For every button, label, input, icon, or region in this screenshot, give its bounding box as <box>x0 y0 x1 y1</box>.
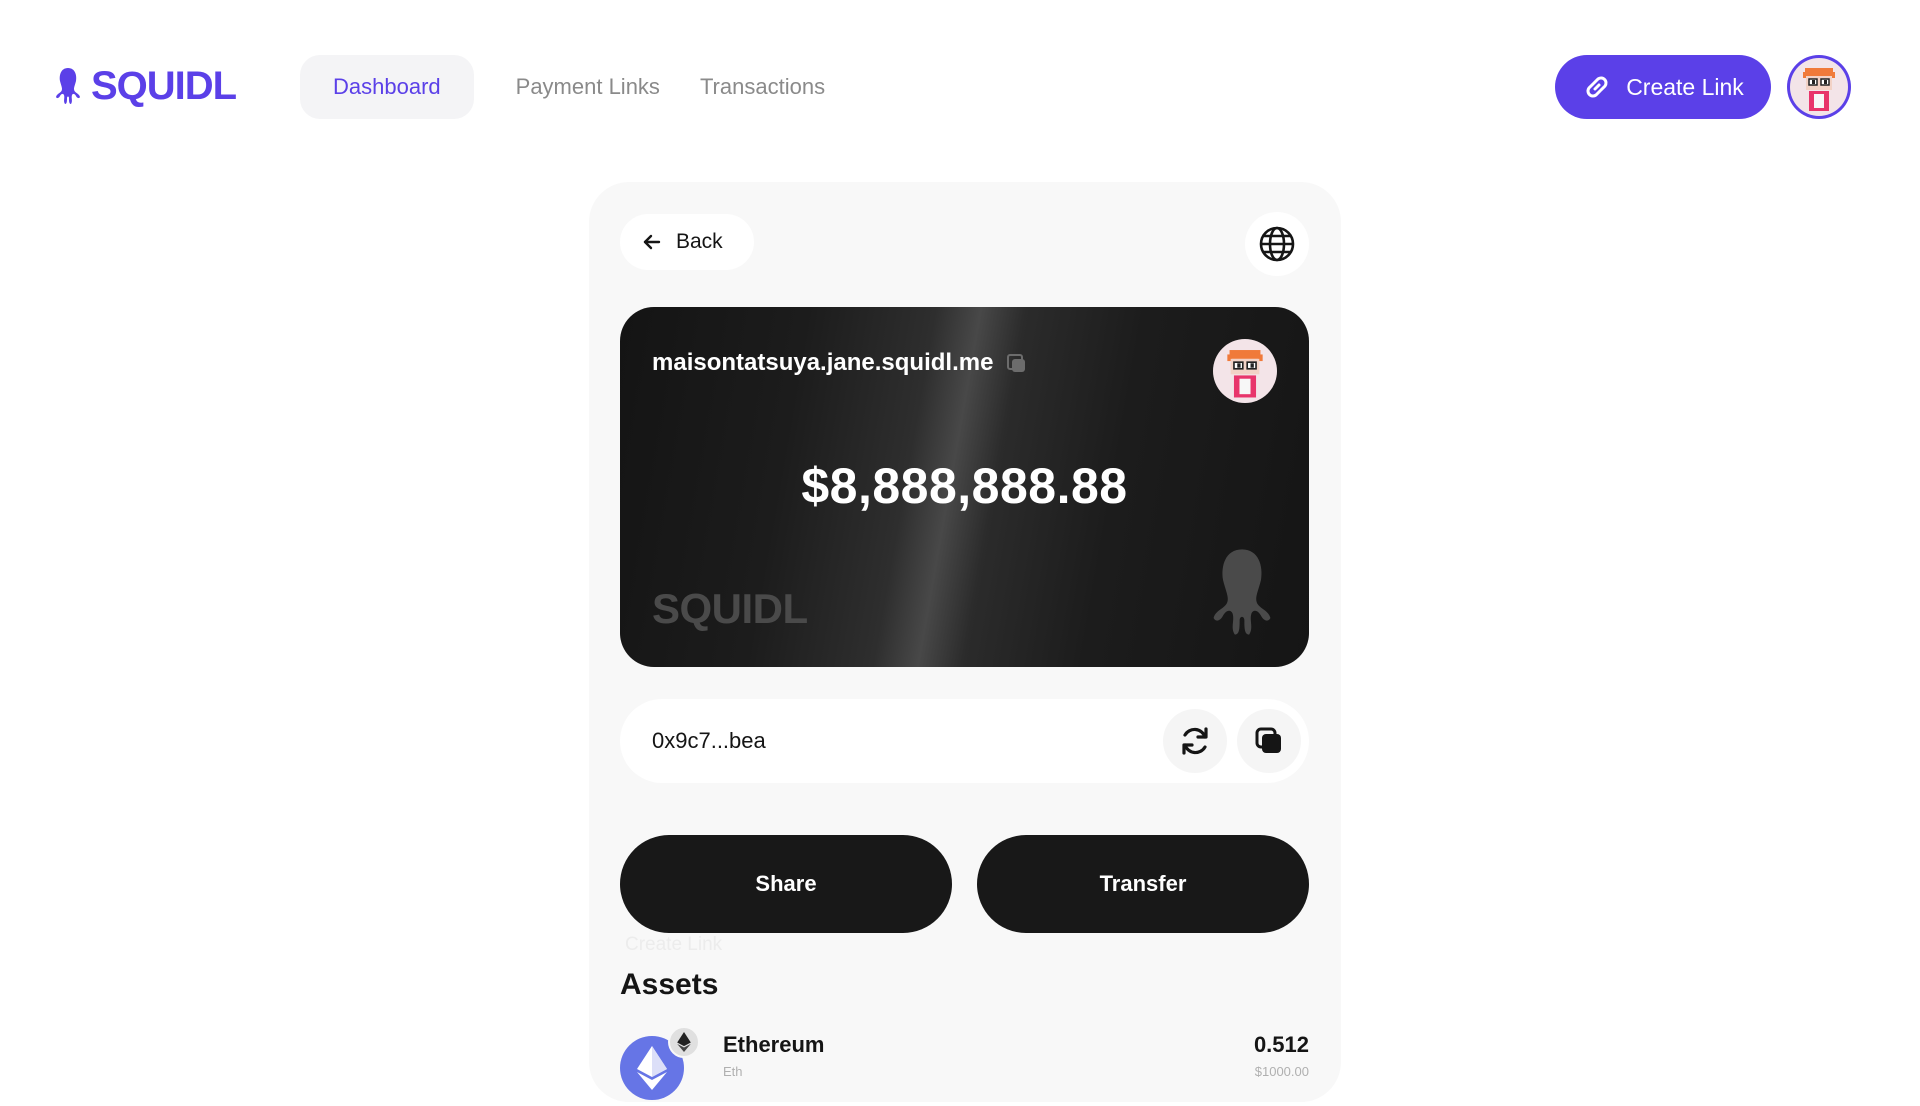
assets-title: Assets <box>620 968 719 1001</box>
card-balance: $8,888,888.88 <box>801 458 1128 514</box>
avatar-image <box>1790 58 1848 116</box>
user-avatar[interactable] <box>1787 55 1851 119</box>
asset-row[interactable]: Ethereum Eth 0.512 $1000.00 <box>620 1026 1309 1106</box>
top-header: SQUIDL Dashboard Payment Links Transacti… <box>0 0 1920 172</box>
create-link-button[interactable]: Create Link <box>1555 55 1771 119</box>
brand-name: SQUIDL <box>91 63 237 108</box>
chain-icon <box>668 1026 700 1058</box>
wallet-panel: Back maisontatsuya.jane.squidl.me $8,888… <box>589 182 1341 1102</box>
create-link-label: Create Link <box>1626 73 1744 100</box>
address-row: 0x9c7...bea <box>620 699 1309 783</box>
share-button[interactable]: Share <box>620 835 952 933</box>
squid-logo-icon <box>56 68 80 104</box>
back-label: Back <box>676 230 723 253</box>
arrow-left-icon <box>643 234 661 250</box>
handle-text: maisontatsuya.jane.squidl.me <box>652 349 994 376</box>
back-button[interactable]: Back <box>620 214 754 270</box>
copy-icon[interactable] <box>1007 354 1026 372</box>
create-link-ghost-label: Create Link <box>625 934 723 955</box>
card-avatar <box>1213 339 1277 403</box>
globe-icon <box>1259 226 1295 262</box>
transfer-button[interactable]: Transfer <box>977 835 1309 933</box>
copy-address-button[interactable] <box>1237 709 1301 773</box>
main-nav: Dashboard Payment Links Transactions <box>300 55 845 119</box>
nav-transactions[interactable]: Transactions <box>680 55 845 119</box>
asset-name: Ethereum <box>723 1032 825 1057</box>
link-icon <box>1586 76 1608 98</box>
card-handle: maisontatsuya.jane.squidl.me <box>652 349 1026 377</box>
card-brand: SQUIDL <box>652 585 808 632</box>
refresh-button[interactable] <box>1163 709 1227 773</box>
asset-symbol: Eth <box>723 1064 743 1079</box>
squid-icon <box>1213 549 1271 635</box>
nav-payment-links[interactable]: Payment Links <box>496 55 680 119</box>
nav-dashboard[interactable]: Dashboard <box>300 55 474 119</box>
asset-amount: 0.512 <box>1253 1032 1309 1057</box>
asset-usd-value: $1000.00 <box>1254 1064 1309 1079</box>
copy-icon <box>1255 727 1281 753</box>
balance-card: maisontatsuya.jane.squidl.me $8,888,888.… <box>620 307 1309 667</box>
wallet-address: 0x9c7...bea <box>652 728 766 753</box>
globe-button[interactable] <box>1245 212 1309 276</box>
brand-logo[interactable]: SQUIDL <box>55 62 237 110</box>
refresh-icon <box>1182 727 1208 755</box>
